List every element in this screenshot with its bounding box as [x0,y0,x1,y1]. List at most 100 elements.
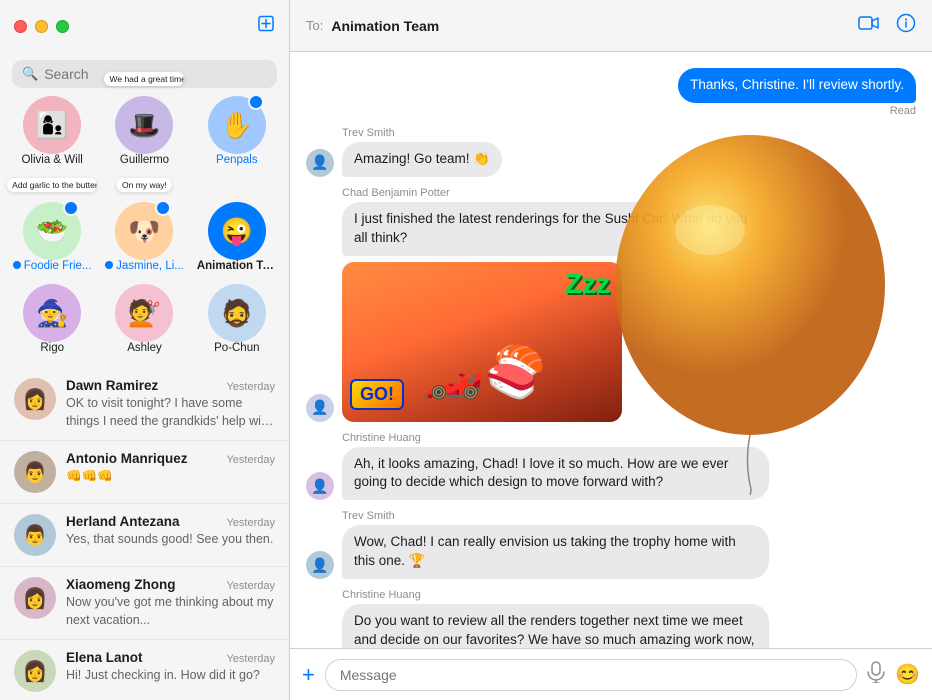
titlebar [0,0,289,52]
contact-name: Guillermo [120,154,169,166]
contact-po-chun[interactable]: 🧔 Po-Chun [197,284,277,354]
z-sticker: Zzz [565,268,610,300]
convo-body: Elena Lanot Yesterday Hi! Just checking … [66,650,275,685]
message-row: Thanks, Christine. I'll review shortly. … [306,68,916,117]
avatar: 👨 [14,514,56,556]
message-row: 👤 Christine Huang Do you want to review … [306,589,916,648]
add-attachment-button[interactable]: + [302,664,315,686]
conversation-list: 👩 Dawn Ramirez Yesterday OK to visit ton… [0,368,289,700]
avatar: 👨 [14,451,56,493]
message-content: Christine Huang Ah, it looks amazing, Ch… [342,432,769,501]
convo-body: Antonio Manriquez Yesterday 👊👊👊 [66,451,275,486]
message-row: 👤 Chad Benjamin Potter I just finished t… [306,187,916,422]
message-bubble: Amazing! Go team! 👏 [342,142,502,177]
contact-name: Foodie Frie... [13,260,92,272]
contact-name: Animation Team [197,260,277,272]
speech-bubble-jasmine: On my way! [117,178,172,192]
message-content: Trev Smith Amazing! Go team! 👏 [342,127,502,177]
convo-name: Herland Antezana [66,514,180,529]
message-bubble: Do you want to review all the renders to… [342,604,769,648]
convo-item-elena[interactable]: 👩 Elena Lanot Yesterday Hi! Just checkin… [0,640,289,700]
chat-area: To: Animation Team Thanks, Chris [290,0,932,700]
avatar: 👩 [14,577,56,619]
convo-item-antonio[interactable]: 👨 Antonio Manriquez Yesterday 👊👊👊 [0,441,289,504]
message-row: 👤 Christine Huang Ah, it looks amazing, … [306,432,916,501]
contact-name: Po-Chun [214,342,259,354]
convo-time: Yesterday [226,653,275,665]
convo-name: Antonio Manriquez [66,451,188,466]
compose-button[interactable] [257,15,275,38]
convo-body: Herland Antezana Yesterday Yes, that sou… [66,514,275,549]
maximize-button[interactable] [56,20,69,33]
message-input[interactable] [325,659,857,691]
message-input-bar: + 😊 [290,648,932,700]
contact-rigo[interactable]: 🧙 Rigo [12,284,92,354]
close-button[interactable] [14,20,27,33]
avatar: 👤 [306,394,334,422]
contact-name: Ashley [127,342,162,354]
convo-body: Xiaomeng Zhong Yesterday Now you've got … [66,577,275,629]
unread-badge [63,200,79,216]
convo-item-herland[interactable]: 👨 Herland Antezana Yesterday Yes, that s… [0,504,289,567]
unread-badge [155,200,171,216]
message-row: 👤 Trev Smith Amazing! Go team! 👏 [306,127,916,177]
convo-name: Dawn Ramirez [66,378,158,393]
go-sticker: GO! [350,379,404,410]
message-bubble: Thanks, Christine. I'll review shortly. [678,68,916,103]
convo-body: Dawn Ramirez Yesterday OK to visit tonig… [66,378,275,430]
convo-preview: OK to visit tonight? I have some things … [66,395,275,430]
unread-badge [248,94,264,110]
contact-animation-team[interactable]: 😜 Animation Team [197,176,277,272]
avatar: 👤 [306,472,334,500]
read-status: Read [678,105,916,117]
pinned-contacts-row2: Add garlic to the butter, and then... 🥗 … [0,176,289,278]
sushi-car-image: 🏎️🍣 GO! Zzz [342,262,622,422]
contact-name: Olivia & Will [21,154,82,166]
pinned-contacts-row3: 🧙 Rigo 💇 Ashley 🧔 Po-Chun [0,284,289,360]
avatar: 👩 [14,378,56,420]
convo-time: Yesterday [226,381,275,393]
speech-bubble-foodie: Add garlic to the butter, and then... [7,178,97,192]
convo-item-xiaomeng[interactable]: 👩 Xiaomeng Zhong Yesterday Now you've go… [0,567,289,640]
contact-guillermo[interactable]: We had a great time. Home with... 🎩 Guil… [104,96,184,166]
contact-name: Jasmine, Li... [105,260,184,272]
message-content: Trev Smith Wow, Chad! I can really envis… [342,510,769,579]
search-icon: 🔍 [22,66,38,82]
message-row: 👤 Trev Smith Wow, Chad! I can really env… [306,510,916,579]
avatar: 👤 [306,551,334,579]
to-label: To: [306,18,323,33]
sender-name: Trev Smith [342,127,502,139]
sender-name: Christine Huang [342,589,769,601]
pinned-contacts-row1: 👩‍👦 Olivia & Will We had a great time. H… [0,96,289,172]
contact-olivia-will[interactable]: 👩‍👦 Olivia & Will [12,96,92,166]
convo-name: Elena Lanot [66,650,143,665]
chat-header: To: Animation Team [290,0,932,52]
sender-name: Trev Smith [342,510,769,522]
sidebar: 🔍 👩‍👦 Olivia & Will We had a great time.… [0,0,290,700]
message-content: Christine Huang Do you want to review al… [342,589,769,648]
convo-preview: Now you've got me thinking about my next… [66,594,275,629]
message-content: Thanks, Christine. I'll review shortly. … [678,68,916,117]
contact-foodie[interactable]: Add garlic to the butter, and then... 🥗 … [12,176,92,272]
message-content: Chad Benjamin Potter I just finished the… [342,187,769,422]
message-bubble: Wow, Chad! I can really envision us taki… [342,525,769,579]
convo-name: Xiaomeng Zhong [66,577,176,592]
convo-time: Yesterday [226,580,275,592]
message-bubble: I just finished the latest renderings fo… [342,202,769,256]
video-call-button[interactable] [858,15,880,36]
contact-penpals[interactable]: ✋ Penpals [197,96,277,166]
emoji-button[interactable]: 😊 [895,662,920,687]
messages-area: Thanks, Christine. I'll review shortly. … [290,52,932,648]
contact-name: Penpals [216,154,258,166]
traffic-lights [14,20,69,33]
contact-name: Rigo [40,342,64,354]
convo-item-dawn[interactable]: 👩 Dawn Ramirez Yesterday OK to visit ton… [0,368,289,441]
speech-bubble-guillermo: We had a great time. Home with... [104,72,184,86]
contact-jasmine[interactable]: On my way! 🐶 Jasmine, Li... [104,176,184,272]
minimize-button[interactable] [35,20,48,33]
contact-ashley[interactable]: 💇 Ashley [104,284,184,354]
info-button[interactable] [896,13,916,38]
sender-name: Chad Benjamin Potter [342,187,769,199]
message-bubble: Ah, it looks amazing, Chad! I love it so… [342,447,769,501]
voice-button[interactable] [867,661,885,688]
